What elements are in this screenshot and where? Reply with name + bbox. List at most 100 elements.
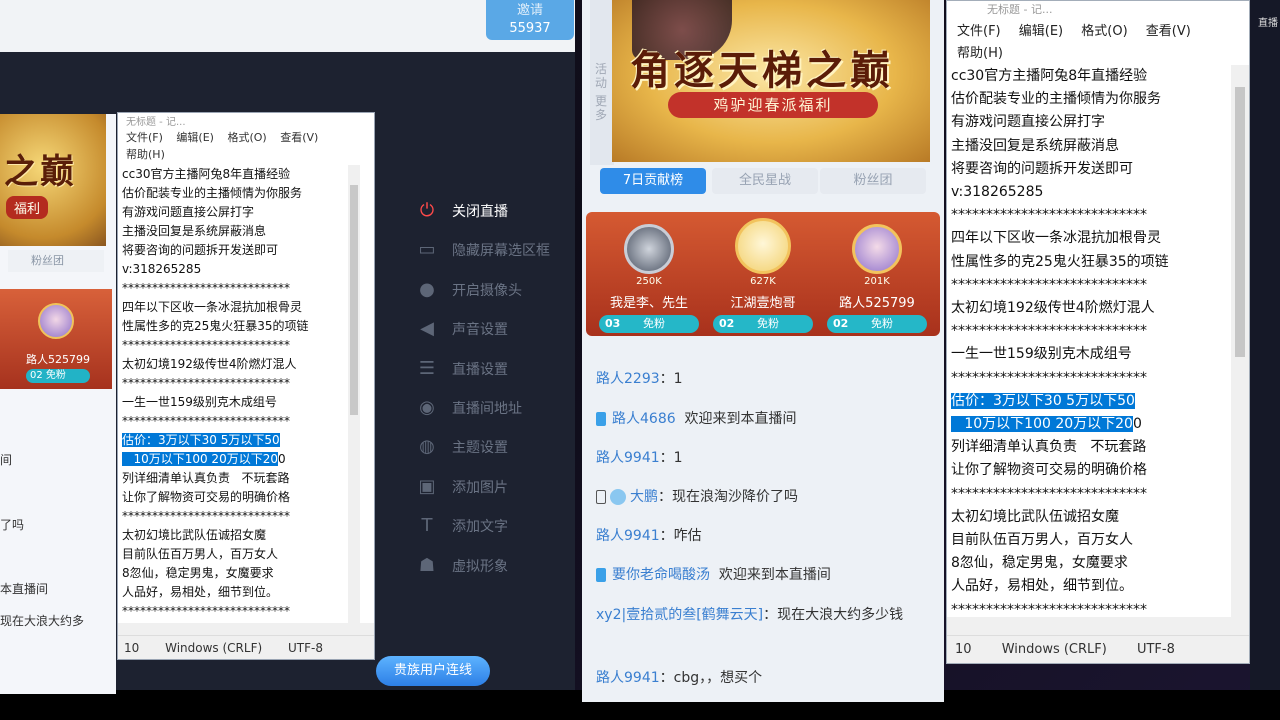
text-line: **************************** xyxy=(951,323,1147,340)
text-line: cc30官方主播阿兔8年直播经验 xyxy=(951,68,1148,84)
chat-list[interactable]: 路人2293：1 路人4686 欢迎来到本直播间 路人9941：1 大鹏：现在浪淘沙降… xyxy=(586,336,942,702)
control-item-sliders[interactable]: ☰ 直播设置 xyxy=(410,354,508,384)
text-line: 让你了解物资可交易的明确价格 xyxy=(951,462,1147,479)
menu-file[interactable]: 文件(F) xyxy=(957,24,1001,39)
chat-message[interactable]: 路人4686 欢迎来到本直播间 xyxy=(596,408,926,430)
text-line: **************************** xyxy=(951,369,1147,386)
chat-username[interactable]: 路人2293 xyxy=(596,371,660,387)
menu-file[interactable]: 文件(F) xyxy=(126,131,163,144)
scroll-thumb[interactable] xyxy=(1235,87,1245,357)
invite-button[interactable]: 邀请 55937 xyxy=(486,0,574,40)
avatar xyxy=(624,224,674,274)
notepad-window-small[interactable]: 无标题 - 记... 文件(F) 编辑(E) 格式(O) 查看(V) 帮助(H)… xyxy=(117,112,375,660)
control-item-monitor[interactable]: ▭ 隐藏屏幕选区框 xyxy=(410,235,550,265)
nested-rank-card: 路人525799 02 免粉 xyxy=(0,289,112,389)
location-icon: ◉ xyxy=(419,397,435,418)
chat-username[interactable]: 路人9941 xyxy=(596,528,660,544)
text-line: **************************** xyxy=(122,604,290,618)
notepad-window[interactable]: 无标题 - 记... 文件(F) 编辑(E) 格式(O) 查看(V) 帮助(H)… xyxy=(946,0,1250,664)
control-label: 直播设置 xyxy=(452,361,508,378)
rank-entry-2[interactable]: 250K 我是李、先生 03 免粉 xyxy=(594,224,704,334)
nested-banner-sub: 福利 xyxy=(6,196,49,219)
chat-message[interactable]: 要你老命喝酸汤 欢迎来到本直播间 xyxy=(596,564,926,586)
menu-edit[interactable]: 编辑(E) xyxy=(176,131,214,144)
chat-message[interactable]: 路人9941：1 xyxy=(596,447,926,469)
horizontal-scrollbar[interactable] xyxy=(947,617,1249,635)
text-line: 主播没回复是系统屏蔽消息 xyxy=(122,224,267,238)
nested-chat-line: 现在大浪大约多 xyxy=(0,614,85,628)
rank-entry-3[interactable]: 201K 路人525799 02 免粉 xyxy=(822,224,932,334)
text-line: 四年以下区收一条冰混抗加根骨灵 xyxy=(951,230,1161,247)
control-item-location[interactable]: ◉ 直播间地址 xyxy=(410,393,522,423)
chat-message[interactable]: 大鹏：现在浪淘沙降价了吗 xyxy=(596,486,926,508)
control-item-power[interactable]: ⏻ 关闭直播 xyxy=(410,196,508,226)
chat-username[interactable]: 路人9941 xyxy=(596,450,660,466)
side-label[interactable]: 更多 xyxy=(595,94,609,122)
chat-username[interactable]: 路人9941 xyxy=(596,670,660,686)
tab-star-battle[interactable]: 全民星战 xyxy=(712,168,818,194)
vertical-scrollbar[interactable] xyxy=(348,165,360,625)
status-eol: Windows (CRLF) xyxy=(165,641,263,655)
nested-chat-line: 本直播间 xyxy=(0,582,49,596)
chat-text: ：现在大浪大约多少钱 xyxy=(763,607,904,623)
nested-rank-badge: 02 免粉 xyxy=(26,369,90,383)
text-line: 一生一世159级别克木成组号 xyxy=(122,395,277,409)
side-label[interactable]: 活动 xyxy=(595,62,609,90)
avatar xyxy=(735,218,791,274)
control-item-avatar[interactable]: ☗ 虚拟形象 xyxy=(410,551,508,581)
vip-connect-button[interactable]: 贵族用户连线 xyxy=(376,656,490,686)
control-label: 添加文字 xyxy=(452,519,508,536)
menu-view[interactable]: 查看(V) xyxy=(280,131,318,144)
text-line: 有游戏问题直接公屏打字 xyxy=(951,114,1105,131)
control-item-text[interactable]: T 添加文字 xyxy=(410,511,509,541)
text-line: 目前队伍百万男人，百万女人 xyxy=(951,532,1133,549)
tab-7day-contribution[interactable]: 7日贡献榜 xyxy=(600,168,706,194)
rank-entry-1[interactable]: 627K 江湖壹炮哥 02 免粉 xyxy=(708,218,818,333)
text-line: **************************** xyxy=(951,485,1147,502)
text-line: 8忽仙，稳定男鬼，女魔要求 xyxy=(951,555,1128,572)
text-line: 有游戏问题直接公屏打字 xyxy=(122,205,255,219)
chat-message[interactable]: 路人9941：cbg，，想买个 xyxy=(596,667,926,689)
menu-view[interactable]: 查看(V) xyxy=(1146,24,1191,39)
text-area[interactable]: cc30官方主播阿兔8年直播经验 估价配装专业的主播倾情为你服务 有游戏问题直接公屏… xyxy=(120,165,356,625)
fan-badge: 02 免粉 xyxy=(713,315,813,333)
menu-edit[interactable]: 编辑(E) xyxy=(1019,24,1063,39)
event-banner[interactable]: 角逐天梯之巅 鸡驴迎春派福利 xyxy=(612,0,930,162)
nested-rank-name: 路人525799 xyxy=(26,353,90,366)
control-item-camera[interactable]: ● 开启摄像头 xyxy=(410,275,522,305)
menu-help[interactable]: 帮助(H) xyxy=(957,46,1003,61)
chat-text: 欢迎来到本直播间 xyxy=(710,567,831,583)
chat-message[interactable]: xy2|壹拾贰的叁[鹤舞云天]：现在大浪大约多少钱 xyxy=(596,604,926,626)
menu-help[interactable]: 帮助(H) xyxy=(126,148,165,161)
chat-username[interactable]: 大鹏 xyxy=(630,489,658,505)
text-area[interactable]: cc30官方主播阿兔8年直播经验 估价配装专业的主播倾情为你服务 有游戏问题直接公屏… xyxy=(951,65,1231,620)
banner-subtitle: 鸡驴迎春派福利 xyxy=(668,92,878,118)
menu-format[interactable]: 格式(O) xyxy=(227,131,266,144)
scroll-thumb[interactable] xyxy=(350,185,358,415)
avatar xyxy=(38,303,74,339)
rank-value: 201K xyxy=(864,276,890,287)
chat-username[interactable]: 路人4686 xyxy=(612,411,676,427)
vertical-scrollbar[interactable] xyxy=(1231,65,1249,620)
horizontal-scrollbar[interactable] xyxy=(118,623,374,635)
control-item-image[interactable]: ▣ 添加图片 xyxy=(410,472,508,502)
banner-title: 角逐天梯之巅 xyxy=(630,47,894,94)
control-item-palette[interactable]: ◍ 主题设置 xyxy=(410,432,508,462)
menu-format[interactable]: 格式(O) xyxy=(1081,24,1127,39)
selected-text: 10万以下100 20万以下20 xyxy=(122,452,278,466)
chat-message[interactable]: 路人2293：1 xyxy=(596,368,926,390)
chat-username[interactable]: xy2|壹拾贰的叁[鹤舞云天] xyxy=(596,607,763,623)
control-item-speaker[interactable]: ◀ 声音设置 xyxy=(410,314,508,344)
camera-icon: ● xyxy=(419,278,435,300)
text-line: **************************** xyxy=(122,509,290,523)
chat-text: ：1 xyxy=(659,371,683,387)
selected-text: 估价：3万以下30 5万以下50 xyxy=(122,433,280,447)
text-line: 估价配装专业的主播倾情为你服务 xyxy=(122,186,303,200)
tab-fan-club[interactable]: 粉丝团 xyxy=(820,168,926,194)
status-eol: Windows (CRLF) xyxy=(1001,642,1107,657)
chat-username[interactable]: 要你老命喝酸汤 xyxy=(612,567,710,583)
text-line: v:318265285 xyxy=(122,262,202,276)
text-line: cc30官方主播阿兔8年直播经验 xyxy=(122,167,291,181)
chat-message[interactable]: 路人9941：咋估 xyxy=(596,525,926,547)
text-line: **************************** xyxy=(122,414,290,428)
